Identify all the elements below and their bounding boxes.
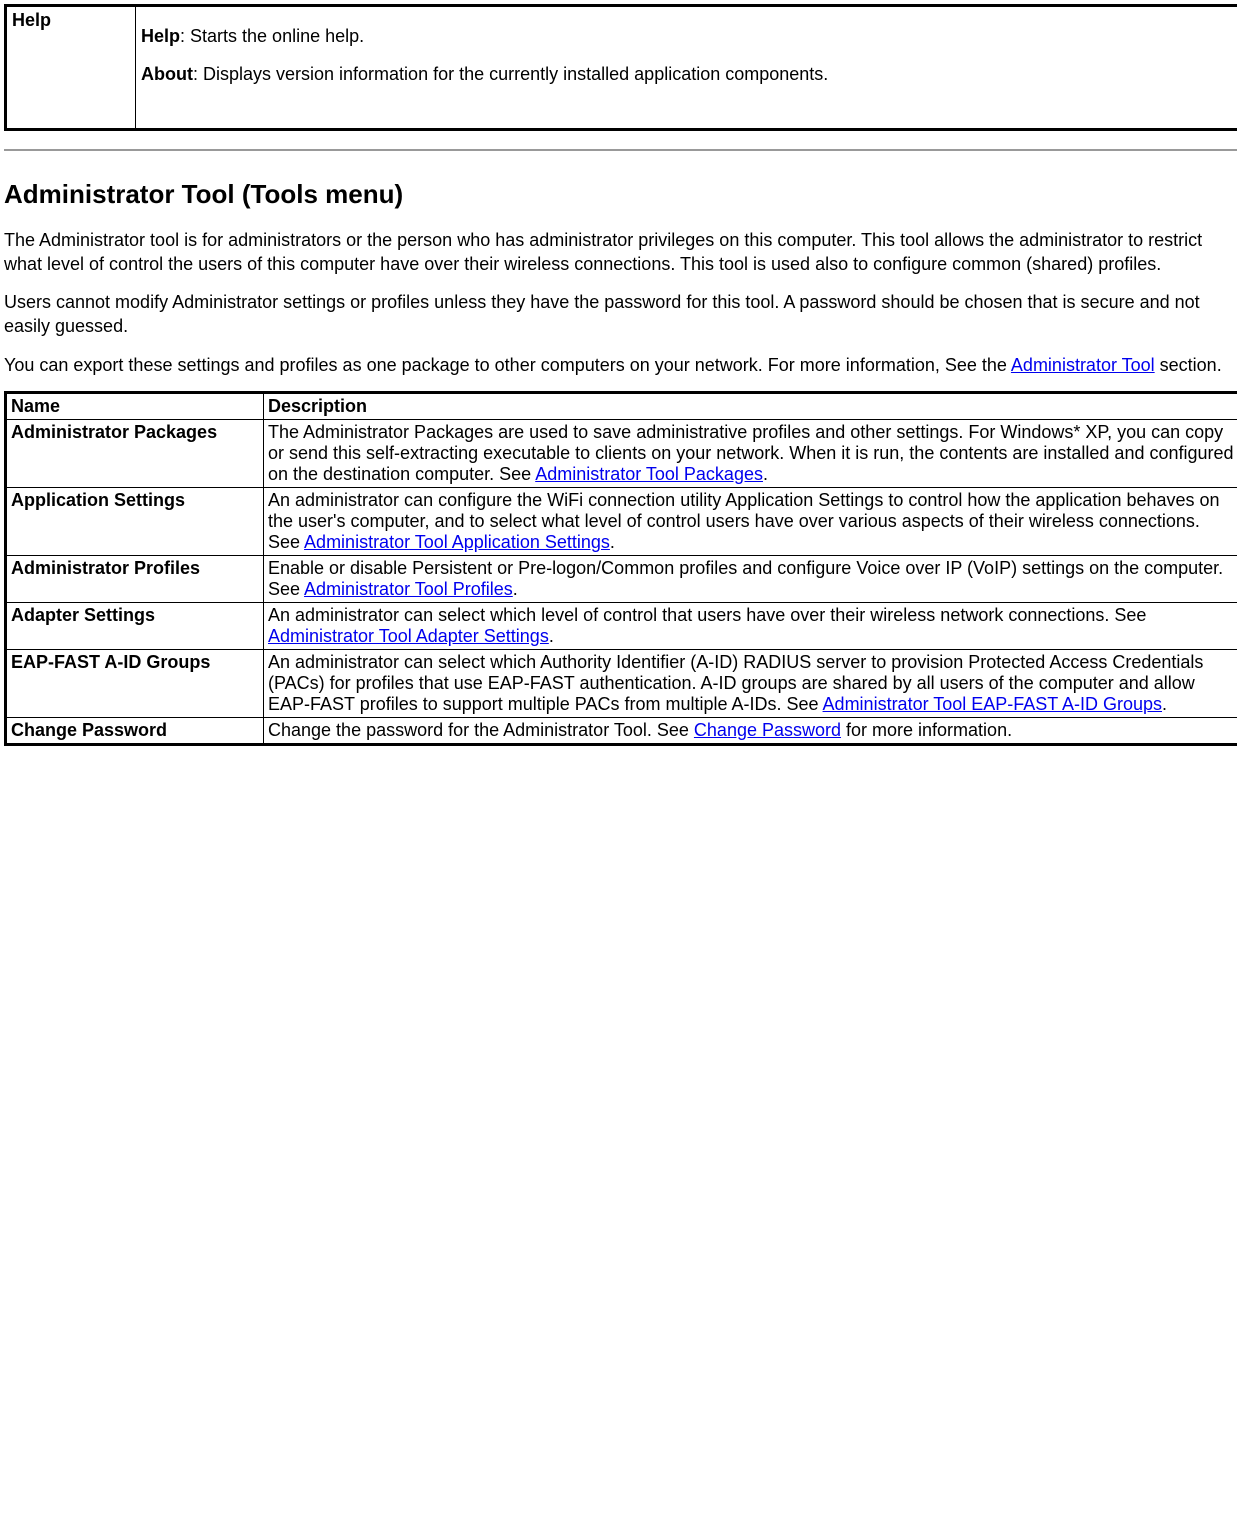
about-bold: About (141, 64, 193, 84)
para3-text-a: You can export these settings and profil… (4, 355, 1011, 375)
divider (4, 149, 1237, 151)
intro-para-3: You can export these settings and profil… (4, 353, 1237, 377)
row-name: EAP-FAST A-ID Groups (6, 650, 264, 718)
about-text: : Displays version information for the c… (193, 64, 828, 84)
row-description: An administrator can configure the WiFi … (264, 488, 1237, 556)
row-name: Administrator Packages (6, 420, 264, 488)
table-row: Administrator Packages The Administrator… (6, 420, 1237, 488)
intro-para-2: Users cannot modify Administrator settin… (4, 290, 1237, 339)
help-table: Help Help: Starts the online help. About… (4, 4, 1237, 131)
desc-text: Change the password for the Administrato… (268, 720, 694, 740)
row-description: The Administrator Packages are used to s… (264, 420, 1237, 488)
row-name: Change Password (6, 718, 264, 745)
table-row: Change Password Change the password for … (6, 718, 1237, 745)
help-text: : Starts the online help. (180, 26, 364, 46)
para3-text-b: section. (1155, 355, 1222, 375)
desc-text-end: . (549, 626, 554, 646)
table-row: EAP-FAST A-ID Groups An administrator ca… (6, 650, 1237, 718)
name-header: Name (6, 393, 264, 420)
description-header: Description (264, 393, 1237, 420)
table-row: Help Help: Starts the online help. About… (6, 6, 1237, 130)
administrator-tool-packages-link[interactable]: Administrator Tool Packages (535, 464, 763, 484)
row-description: Change the password for the Administrato… (264, 718, 1237, 745)
desc-text-end: . (763, 464, 768, 484)
row-name: Adapter Settings (6, 603, 264, 650)
intro-para-1: The Administrator tool is for administra… (4, 228, 1237, 277)
desc-text-end: for more information. (841, 720, 1012, 740)
help-item-para: Help: Starts the online help. (141, 24, 1233, 48)
table-row: Application Settings An administrator ca… (6, 488, 1237, 556)
table-header-row: Name Description (6, 393, 1237, 420)
desc-text-end: . (610, 532, 615, 552)
administrator-tool-link[interactable]: Administrator Tool (1011, 355, 1155, 375)
administrator-tool-table: Name Description Administrator Packages … (4, 391, 1237, 746)
desc-text-end: . (513, 579, 518, 599)
help-bold: Help (141, 26, 180, 46)
row-name: Administrator Profiles (6, 556, 264, 603)
row-description: An administrator can select which level … (264, 603, 1237, 650)
help-menu-description: Help: Starts the online help. About: Dis… (136, 6, 1237, 130)
help-menu-label: Help (6, 6, 136, 130)
administrator-tool-application-settings-link[interactable]: Administrator Tool Application Settings (304, 532, 610, 552)
row-description: An administrator can select which Author… (264, 650, 1237, 718)
desc-text: An administrator can select which level … (268, 605, 1146, 625)
about-item-para: About: Displays version information for … (141, 62, 1233, 86)
administrator-tool-eap-fast-aid-groups-link[interactable]: Administrator Tool EAP-FAST A-ID Groups (823, 694, 1162, 714)
row-description: Enable or disable Persistent or Pre-logo… (264, 556, 1237, 603)
section-heading: Administrator Tool (Tools menu) (4, 179, 1237, 210)
row-name: Application Settings (6, 488, 264, 556)
desc-text-end: . (1162, 694, 1167, 714)
administrator-tool-adapter-settings-link[interactable]: Administrator Tool Adapter Settings (268, 626, 549, 646)
administrator-tool-profiles-link[interactable]: Administrator Tool Profiles (304, 579, 513, 599)
change-password-link[interactable]: Change Password (694, 720, 841, 740)
table-row: Adapter Settings An administrator can se… (6, 603, 1237, 650)
table-row: Administrator Profiles Enable or disable… (6, 556, 1237, 603)
